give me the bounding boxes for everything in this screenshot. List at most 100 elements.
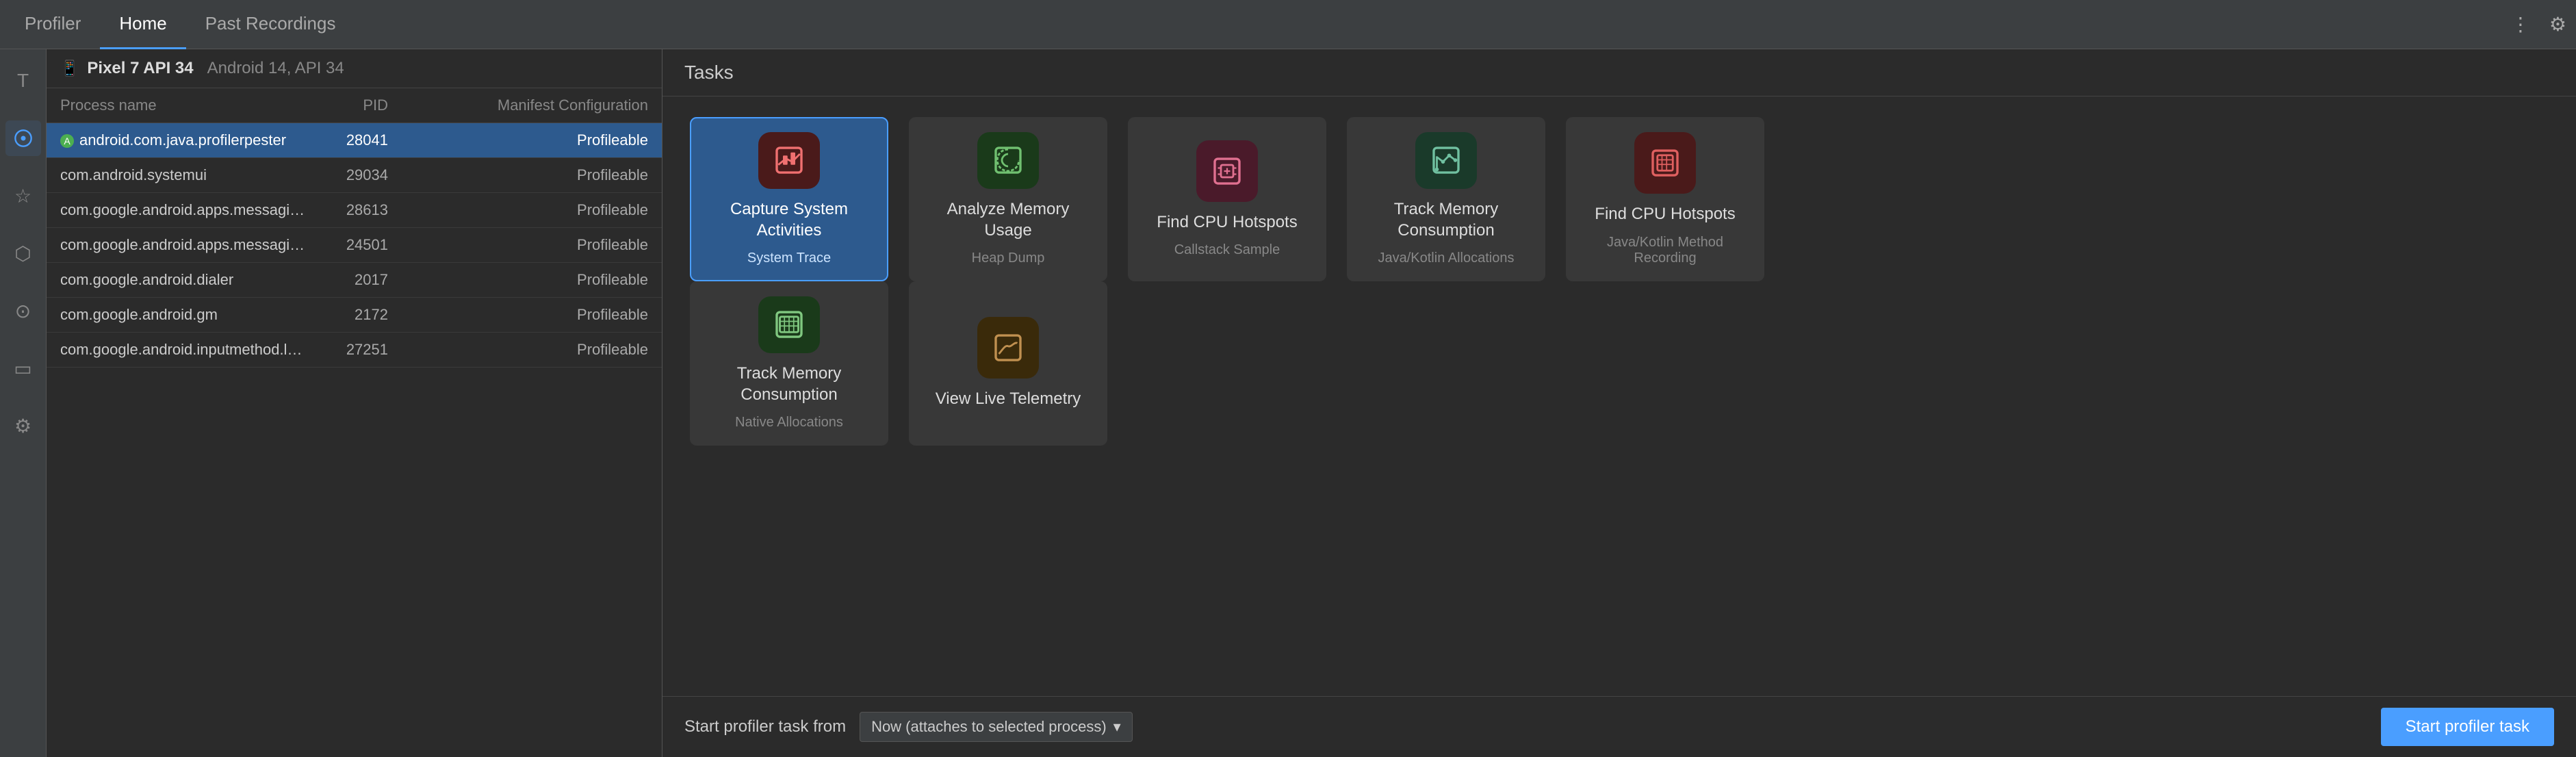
- start-profiler-label: Start profiler task: [2406, 717, 2529, 736]
- task-card-title: Track Memory Consumption: [1362, 198, 1530, 241]
- tasks-header: Tasks: [662, 49, 2576, 97]
- process-name-cell: com.google.android.apps.messaging: [60, 201, 306, 219]
- sidebar-icon-settings[interactable]: ⚙: [5, 408, 41, 444]
- tasks-rows-container: Capture System Activities System Trace An…: [690, 117, 2549, 446]
- process-row[interactable]: com.google.android.apps.messaging28613Pr…: [47, 193, 662, 228]
- process-pid-cell: 24501: [306, 236, 415, 254]
- process-name-cell: com.google.android.apps.messaging...: [60, 236, 306, 254]
- sidebar-icon-terminal[interactable]: T: [5, 63, 41, 99]
- process-pid-cell: 28613: [306, 201, 415, 219]
- process-row[interactable]: com.google.android.inputmethod.latin2725…: [47, 333, 662, 368]
- tab-profiler[interactable]: Profiler: [5, 0, 100, 49]
- start-profiler-button[interactable]: Start profiler task: [2381, 708, 2554, 746]
- task-card-track-memory-2[interactable]: Track Memory Consumption Native Allocatio…: [690, 281, 888, 446]
- task-card-icon-find-cpu: [1196, 140, 1258, 202]
- left-panel: 📱 Pixel 7 API 34 Android 14, API 34 Proc…: [47, 49, 662, 757]
- more-icon: ⋮: [2511, 14, 2530, 35]
- dropdown-value: Now (attaches to selected process): [871, 718, 1107, 736]
- tasks-title: Tasks: [684, 62, 734, 83]
- process-pid-cell: 28041: [306, 131, 415, 149]
- header-pid: PID: [306, 97, 415, 114]
- task-card-find-cpu-2[interactable]: Find CPU Hotspots Java/Kotlin Method Reco…: [1566, 117, 1764, 281]
- main-layout: T ☆ ⬡ ⊙ ▭ ⚙ 📱 Pixel 7 API 34 Android 14,…: [0, 49, 2576, 757]
- process-name-cell: Aandroid.com.java.profilerpester: [60, 131, 306, 149]
- profiler-start-dropdown[interactable]: Now (attaches to selected process) ▾: [860, 712, 1133, 742]
- tab-past-recordings-label: Past Recordings: [205, 13, 336, 34]
- task-card-subtitle: Java/Kotlin Method Recording: [1581, 235, 1749, 266]
- process-name-cell: com.google.android.gm: [60, 306, 306, 324]
- task-card-track-memory[interactable]: Track Memory Consumption Java/Kotlin Allo…: [1347, 117, 1545, 281]
- tab-past-recordings[interactable]: Past Recordings: [186, 0, 355, 49]
- gear-icon: ⚙: [2549, 14, 2566, 35]
- tab-bar: Profiler Home Past Recordings ⋮ ⚙: [0, 0, 2576, 49]
- header-manifest: Manifest Configuration: [415, 97, 648, 114]
- tab-bar-actions: ⋮ ⚙: [2507, 9, 2571, 40]
- process-pid-cell: 2172: [306, 306, 415, 324]
- tasks-grid: Capture System Activities System Trace An…: [690, 117, 2549, 446]
- task-card-title: Capture System Activities: [705, 198, 873, 241]
- bottom-bar: Start profiler task from Now (attaches t…: [662, 696, 2576, 757]
- process-manifest-cell: Profileable: [415, 341, 648, 359]
- task-card-icon-find-cpu-2: [1634, 132, 1696, 194]
- bottom-bar-label: Start profiler task from: [684, 717, 846, 736]
- task-card-subtitle: System Trace: [747, 251, 831, 266]
- sidebar-icon-time[interactable]: ⊙: [5, 293, 41, 329]
- sidebar-icon-bookmark[interactable]: ☆: [5, 178, 41, 214]
- process-manifest-cell: Profileable: [415, 201, 648, 219]
- process-row[interactable]: com.android.systemui29034Profileable: [47, 158, 662, 193]
- process-pid-cell: 2017: [306, 271, 415, 289]
- process-name-cell: com.google.android.inputmethod.latin: [60, 341, 306, 359]
- task-card-subtitle: Native Allocations: [735, 415, 843, 431]
- task-card-find-cpu[interactable]: Find CPU Hotspots Callstack Sample: [1128, 117, 1326, 281]
- device-icon: 📱: [60, 60, 79, 77]
- task-card-analyze-memory[interactable]: Analyze Memory Usage Heap Dump: [909, 117, 1107, 281]
- task-card-capture-system[interactable]: Capture System Activities System Trace: [690, 117, 888, 281]
- task-card-icon-track-memory: [1415, 132, 1477, 189]
- process-pid-cell: 29034: [306, 166, 415, 184]
- process-table-header: Process name PID Manifest Configuration: [47, 88, 662, 123]
- process-manifest-cell: Profileable: [415, 306, 648, 324]
- task-card-icon-analyze-memory: [977, 132, 1039, 189]
- right-panel: Tasks Capture System Activities System Tr…: [662, 49, 2576, 757]
- process-name-cell: com.google.android.dialer: [60, 271, 306, 289]
- tasks-row: Capture System Activities System Trace An…: [690, 117, 2549, 281]
- chevron-down-icon: ▾: [1113, 718, 1121, 736]
- process-row[interactable]: com.google.android.dialer2017Profileable: [47, 263, 662, 298]
- header-process-name: Process name: [60, 97, 306, 114]
- device-name: Pixel 7 API 34: [87, 59, 193, 78]
- task-card-view-live[interactable]: View Live Telemetry: [909, 281, 1107, 446]
- sidebar-icon-profiler[interactable]: [5, 120, 41, 156]
- process-row[interactable]: Aandroid.com.java.profilerpester28041Pro…: [47, 123, 662, 158]
- more-options-button[interactable]: ⋮: [2507, 9, 2534, 40]
- settings-button[interactable]: ⚙: [2545, 9, 2571, 40]
- process-table: Process name PID Manifest Configuration …: [47, 88, 662, 757]
- task-card-subtitle: Heap Dump: [972, 251, 1045, 266]
- process-rows-container: Aandroid.com.java.profilerpester28041Pro…: [47, 123, 662, 368]
- task-card-title: Analyze Memory Usage: [924, 198, 1092, 241]
- sidebar-icon-screen[interactable]: ▭: [5, 350, 41, 386]
- task-card-title: Find CPU Hotspots: [1157, 211, 1297, 233]
- profiler-icon: [14, 129, 33, 148]
- process-manifest-cell: Profileable: [415, 271, 648, 289]
- task-card-title: Track Memory Consumption: [705, 363, 873, 405]
- task-card-subtitle: Callstack Sample: [1174, 242, 1280, 258]
- process-manifest-cell: Profileable: [415, 236, 648, 254]
- task-card-subtitle: Java/Kotlin Allocations: [1378, 251, 1514, 266]
- task-card-title: View Live Telemetry: [936, 388, 1081, 409]
- tasks-row: Track Memory Consumption Native Allocatio…: [690, 281, 2549, 446]
- task-card-icon-view-live: [977, 317, 1039, 378]
- sidebar-icons: T ☆ ⬡ ⊙ ▭ ⚙: [0, 49, 47, 757]
- process-manifest-cell: Profileable: [415, 131, 648, 149]
- device-api: Android 14, API 34: [207, 59, 344, 78]
- device-row: 📱 Pixel 7 API 34 Android 14, API 34: [47, 49, 662, 88]
- process-name-cell: com.android.systemui: [60, 166, 306, 184]
- tab-home[interactable]: Home: [100, 0, 185, 49]
- sidebar-icon-build[interactable]: ⬡: [5, 235, 41, 271]
- task-card-icon-track-memory-2: [758, 296, 820, 353]
- task-card-icon-capture-system: [758, 132, 820, 189]
- tab-home-label: Home: [119, 13, 166, 34]
- process-row[interactable]: com.google.android.gm2172Profileable: [47, 298, 662, 333]
- task-card-title: Find CPU Hotspots: [1595, 203, 1735, 224]
- android-icon: A: [60, 134, 74, 148]
- process-row[interactable]: com.google.android.apps.messaging...2450…: [47, 228, 662, 263]
